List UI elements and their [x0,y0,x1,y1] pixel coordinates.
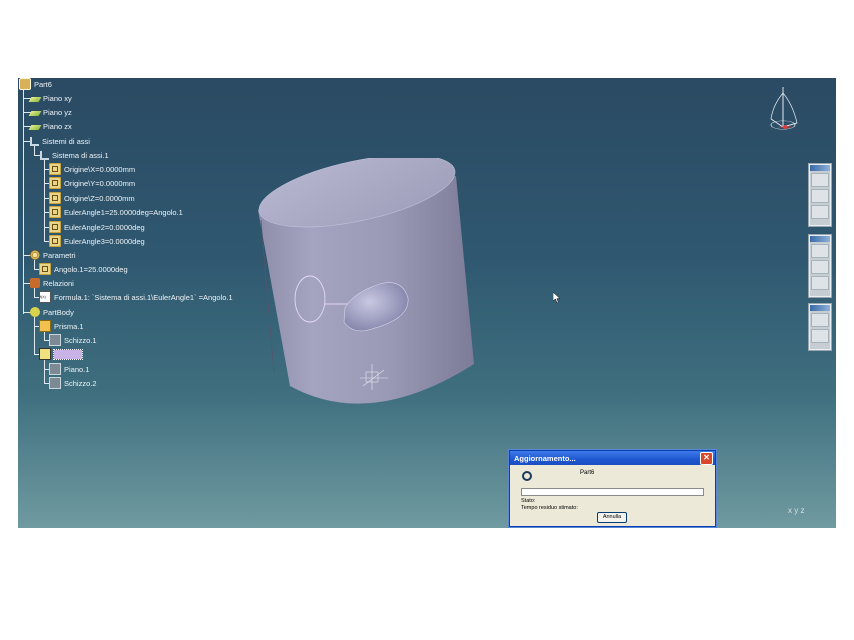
update-dialog: Aggiornamento... ✕ Part6 Stato: Tempo re… [509,450,716,527]
dialog-title-bar[interactable]: Aggiornamento... ✕ [510,451,715,465]
tree-node-angle-1[interactable]: Angolo.1=25.0000deg [39,263,128,275]
tree-node-formula-1[interactable]: Formula.1: `Sistema di assi.1\EulerAngle… [39,291,233,303]
tree-node-root[interactable]: Part6 [19,78,52,90]
tree-node-origin-y[interactable]: Origine\Y=0.0000mm [49,177,135,189]
axis-system-icon [30,136,39,146]
tree-node-origin-x[interactable]: Origine\X=0.0000mm [49,163,135,175]
parameters-icon [30,250,40,260]
plane-icon [28,125,42,130]
mouse-cursor-icon [553,292,561,304]
tree-node-partbody[interactable]: PartBody [30,306,74,318]
3d-cylinder-model[interactable] [250,158,480,428]
tree-node-plane-1[interactable]: Piano.1 [49,363,89,375]
compass-icon[interactable] [763,83,803,133]
parameter-icon [49,221,61,233]
body-icon [30,307,40,317]
sketch-icon [49,377,61,389]
part-icon [19,78,31,90]
plane-icon [28,111,42,116]
relations-icon [30,278,40,288]
toolbar-button-plane[interactable] [811,276,829,290]
tree-node-prism-1[interactable]: Prisma.1 [39,320,84,332]
parameter-icon [49,177,61,189]
tree-node-axis-systems[interactable]: Sistemi di assi [30,135,90,147]
toolbar-button-workbench[interactable] [811,205,829,219]
toolbar-button-save[interactable] [811,329,829,343]
formula-icon [39,291,51,303]
tree-node-parameters[interactable]: Parametri [30,249,76,261]
toolbar-button-position[interactable] [811,189,829,203]
tree-node-plane-xy[interactable]: Piano xy [28,92,72,104]
toolbar-button-point[interactable] [811,244,829,258]
tree-node-euler-angle-1[interactable]: EulerAngle1=25.0000deg=Angolo.1 [49,206,183,218]
plane-icon [28,97,42,102]
parameter-icon [39,263,51,275]
tree-node-origin-z[interactable]: Origine\Z=0.0000mm [49,192,135,204]
parameter-icon [49,235,61,247]
tree-node-plane-zx[interactable]: Piano zx [28,120,72,132]
toolbar-tools [809,304,831,350]
tree-node-plane-yz[interactable]: Piano yz [28,106,72,118]
axes-indicator: x y z [788,506,805,515]
tree-node-pocket-selected[interactable]: Tasca.1 [39,348,83,360]
tree-node-euler-angle-3[interactable]: EulerAngle3=0.0000deg [49,235,145,247]
update-progress-bar [521,488,704,496]
sketch-icon [49,334,61,346]
catia-logo-icon [522,471,532,481]
close-icon[interactable]: ✕ [700,452,713,465]
tree-node-sketch-1[interactable]: Schizzo.1 [49,334,97,346]
pocket-icon [39,348,51,360]
plane-feature-icon [49,363,61,375]
parameter-icon [49,192,61,204]
toolbar-button-line[interactable] [811,260,829,274]
toolbar-button-update[interactable] [811,313,829,327]
axis-system-icon [40,150,49,160]
parameter-icon [49,206,61,218]
specification-tree: Part6 Piano xy Piano yz Piano zx Sistemi… [18,78,278,398]
toolbar-reference [809,235,831,297]
parameter-icon [49,163,61,175]
tree-node-euler-angle-2[interactable]: EulerAngle2=0.0000deg [49,221,145,233]
tree-node-sketch-2[interactable]: Schizzo.2 [49,377,97,389]
dialog-part-name: Part6 [580,470,595,476]
dialog-status-label: Stato: [521,498,536,504]
toolbar-view [809,164,831,226]
3d-viewport[interactable]: Part6 Piano xy Piano yz Piano zx Sistemi… [18,78,836,528]
pad-icon [39,320,51,332]
dialog-remaining-time-label: Tempo residuo stimato: [521,505,578,511]
cancel-button[interactable]: Annulla [597,512,627,523]
tree-node-relations[interactable]: Relazioni [30,277,74,289]
toolbar-button-sketch[interactable] [811,173,829,187]
tree-node-axis-system-1[interactable]: Sistema di assi.1 [40,149,109,161]
